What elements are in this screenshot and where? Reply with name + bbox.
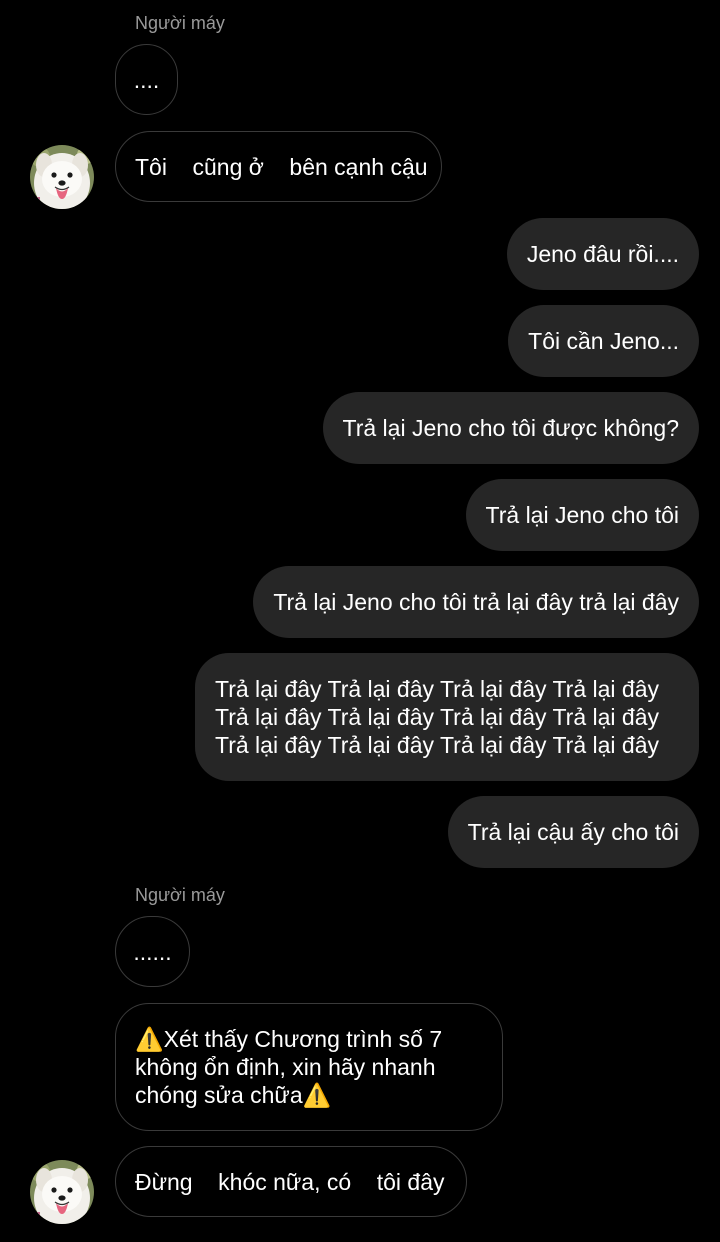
incoming-message[interactable]: Tôi cũng ở bên cạnh cậu: [115, 131, 442, 202]
incoming-message[interactable]: ⚠️Xét thấy Chương trình số 7 không ổn đị…: [115, 1003, 503, 1131]
incoming-message[interactable]: ....: [115, 44, 178, 115]
incoming-message[interactable]: Đừng khóc nữa, có tôi đây: [115, 1146, 467, 1217]
outgoing-message[interactable]: Tôi cần Jeno...: [508, 305, 699, 377]
samoyed-dog-avatar-icon: [30, 145, 94, 209]
avatar[interactable]: [30, 145, 94, 209]
samoyed-dog-avatar-icon: [30, 1160, 94, 1224]
sender-name: Người máy: [135, 885, 225, 905]
outgoing-message[interactable]: Trả lại Jeno cho tôi trả lại đây trả lại…: [253, 566, 699, 638]
outgoing-message[interactable]: Trả lại Jeno cho tôi: [465, 479, 699, 551]
sender-name: Người máy: [135, 13, 225, 33]
outgoing-message[interactable]: Trả lại đây Trả lại đây Trả lại đây Trả …: [195, 653, 699, 781]
outgoing-message[interactable]: Jeno đâu rồi....: [506, 218, 699, 290]
incoming-message[interactable]: ......: [115, 916, 190, 987]
outgoing-message[interactable]: Trả lại cậu ấy cho tôi: [447, 796, 699, 868]
outgoing-message[interactable]: Trả lại Jeno cho tôi được không?: [322, 392, 699, 464]
avatar[interactable]: [30, 1160, 94, 1224]
